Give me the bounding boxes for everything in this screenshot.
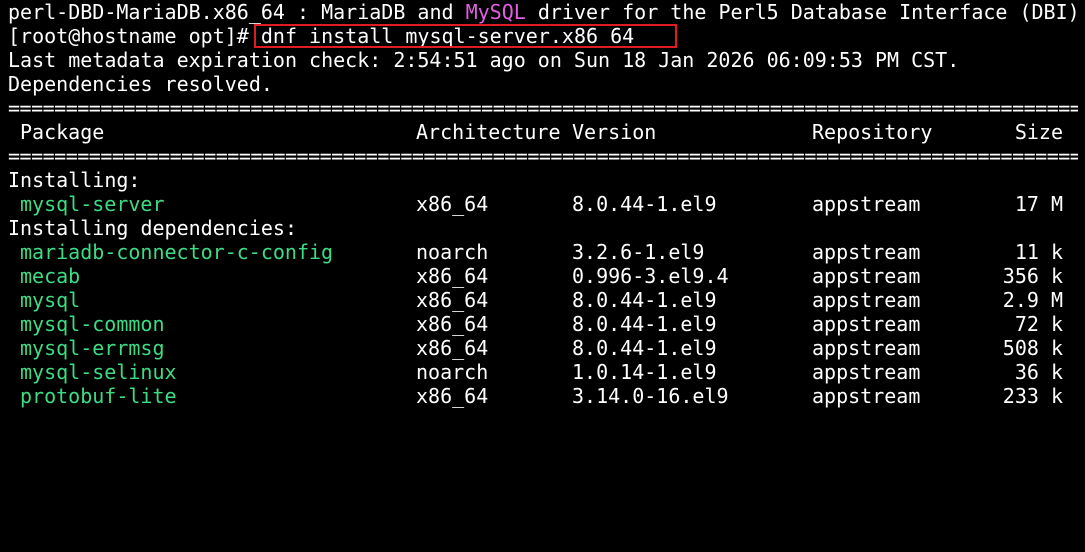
terminal-window[interactable]: perl-DBD-MariaDB.x86_64 : MariaDB and My…: [0, 0, 1085, 421]
package-size: 72 k: [1014, 312, 1063, 336]
table-row: mysql-common x86_64 8.0.44-1.el9 appstre…: [8, 312, 1078, 336]
deps-label: Installing dependencies:: [8, 216, 297, 240]
table-row: mysql-server x86_64 8.0.44-1.el9 appstre…: [8, 192, 1078, 216]
installing-label: Installing:: [8, 168, 141, 192]
package-size: 11 k: [1014, 240, 1063, 264]
table-row: mecab x86_64 0.996-3.el9.4 appstream 356…: [8, 264, 1078, 288]
package-size: 508 k: [1002, 336, 1063, 360]
mysql-match: MySQL: [465, 0, 526, 24]
search-result-line: perl-DBD-MariaDB.x86_64 : MariaDB and My…: [8, 0, 1080, 24]
deps-resolved-line: Dependencies resolved.: [8, 72, 273, 96]
separator-rule-bottom: ========================================…: [8, 144, 1078, 168]
result-description: driver for the Perl5 Database Interface …: [525, 0, 1080, 24]
table-row: mariadb-connector-c-config noarch 3.2.6-…: [8, 240, 1078, 264]
table-row: mysql-errmsg x86_64 8.0.44-1.el9 appstre…: [8, 336, 1078, 360]
table-row: mysql-selinux noarch 1.0.14-1.el9 appstr…: [8, 360, 1078, 384]
result-package-name: perl-DBD-MariaDB.x86_64: [8, 0, 285, 24]
header-size: Size: [1014, 120, 1063, 144]
package-size: 233 k: [1002, 384, 1063, 408]
separator-rule-top: ========================================…: [8, 96, 1078, 120]
package-size: 356 k: [1002, 264, 1063, 288]
metadata-line: Last metadata expiration check: 2:54:51 …: [8, 48, 960, 72]
package-size: 36 k: [1014, 360, 1063, 384]
table-header: Package Architecture Version Repository …: [8, 120, 1078, 144]
table-row: protobuf-lite x86_64 3.14.0-16.el9 appst…: [8, 384, 1078, 408]
command-line[interactable]: [root@hostname opt]# dnf install mysql-s…: [8, 24, 634, 48]
command-text[interactable]: dnf install mysql-server.x86_64: [261, 24, 634, 48]
result-separator: : MariaDB and: [284, 0, 466, 24]
table-row: mysql x86_64 8.0.44-1.el9 appstream 2.9 …: [8, 288, 1078, 312]
shell-prompt: [root@hostname opt]#: [8, 24, 261, 48]
package-size: 17 M: [1014, 192, 1063, 216]
package-size: 2.9 M: [1002, 288, 1063, 312]
